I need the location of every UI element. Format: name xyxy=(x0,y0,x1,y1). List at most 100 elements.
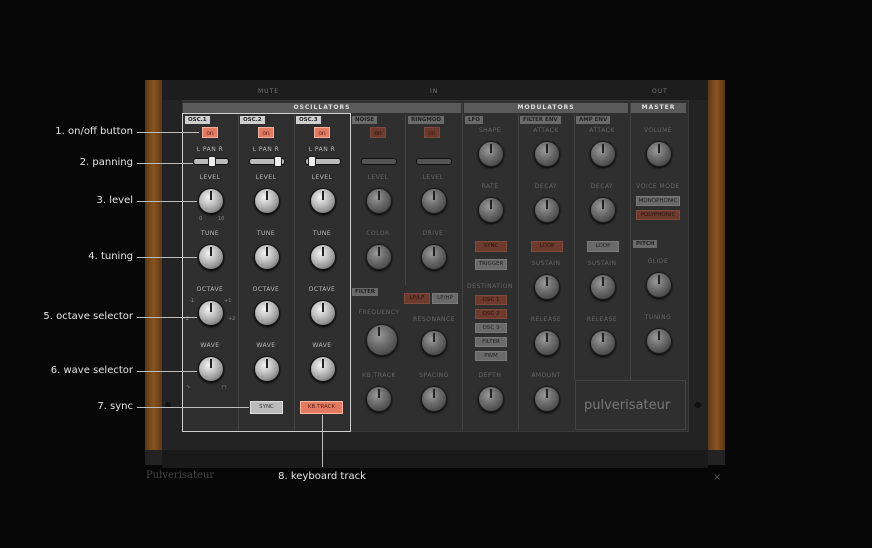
filter-resonance-knob[interactable] xyxy=(421,330,447,356)
filter-mode-lplp[interactable]: LP/LP xyxy=(404,293,430,304)
column-separator xyxy=(405,115,406,285)
lfo-destination-label: DESTINATION xyxy=(467,283,513,290)
noise-pan-slider[interactable] xyxy=(361,158,397,165)
noise-on-button[interactable]: on xyxy=(370,127,386,138)
lfo-dest-osc1[interactable]: OSC 1 xyxy=(475,295,507,305)
aenv-attack-label: ATTACK xyxy=(589,127,615,134)
lfo-dest-osc3[interactable]: OSC 3 xyxy=(475,323,507,333)
callout-line xyxy=(137,407,249,408)
ringmod-pan-slider[interactable] xyxy=(416,158,452,165)
callout-kb-track: 8. keyboard track xyxy=(278,471,366,482)
in-label: IN xyxy=(430,88,439,95)
aenv-release-knob[interactable] xyxy=(590,330,616,356)
lfo-depth-knob[interactable] xyxy=(478,386,504,412)
filter-spacing-knob[interactable] xyxy=(421,386,447,412)
lfo-shape-label: SHAPE xyxy=(478,127,502,134)
filter-tag: FILTER xyxy=(352,288,379,296)
filter-mode-lphp[interactable]: LP/HP xyxy=(432,293,458,304)
callout-on-off: 1. on/off button xyxy=(55,126,133,137)
lfo-rate-knob[interactable] xyxy=(478,197,504,223)
aenv-sustain-label: SUSTAIN xyxy=(587,260,617,267)
pulverisateur-logo: pulverisateur xyxy=(584,398,671,413)
ringmod-drive-knob[interactable] xyxy=(421,244,447,270)
aenv-attack-knob[interactable] xyxy=(590,141,616,167)
callout-octave: 5. octave selector xyxy=(43,311,133,322)
noise-level-knob[interactable] xyxy=(366,188,392,214)
lfo-dest-osc2[interactable]: OSC 2 xyxy=(475,309,507,319)
filter-kbtrack-label: KB.TRACK xyxy=(362,372,396,379)
fenv-amount-knob[interactable] xyxy=(534,386,560,412)
aenv-release-label: RELEASE xyxy=(586,316,618,323)
aenv-decay-label: DECAY xyxy=(590,183,614,190)
voice-mode-label: VOICE MODE xyxy=(636,183,680,190)
mute-label: MUTE xyxy=(258,88,280,95)
fenv-release-knob[interactable] xyxy=(534,330,560,356)
ringmod-drive-label: DRIVE xyxy=(422,230,444,237)
callout-wave: 6. wave selector xyxy=(50,365,133,376)
callout-line xyxy=(137,257,197,258)
callout-line-vertical xyxy=(322,415,323,467)
noise-level-label: LEVEL xyxy=(367,174,389,181)
glide-knob[interactable] xyxy=(646,272,672,298)
lfo-trigger-button[interactable]: TRIGGER xyxy=(475,259,507,270)
fenv-decay-knob[interactable] xyxy=(534,197,560,223)
amp-env-tag: AMP ENV xyxy=(576,116,611,124)
callout-sync: 7. sync xyxy=(97,401,133,412)
noise-tag: NOISE xyxy=(352,116,378,124)
lfo-sync-button[interactable]: SYNC xyxy=(475,241,507,252)
fenv-loop-button[interactable]: LOOP xyxy=(531,241,563,252)
tuning-label: TUNING xyxy=(644,314,672,321)
aenv-sustain-knob[interactable] xyxy=(590,274,616,300)
fenv-decay-label: DECAY xyxy=(534,183,558,190)
bottom-bar xyxy=(162,450,708,468)
out-label: OUT xyxy=(652,88,668,95)
ringmod-tag: RINGMOD xyxy=(408,116,445,124)
filter-env-tag: FILTER ENV xyxy=(520,116,561,124)
master-header: MASTER xyxy=(631,103,686,113)
polyphonic-button[interactable]: POLYPHONIC xyxy=(636,210,680,220)
glide-label: GLIDE xyxy=(647,258,669,265)
screw xyxy=(695,402,701,408)
master-volume-knob[interactable] xyxy=(646,141,672,167)
fenv-amount-label: AMOUNT xyxy=(531,372,561,379)
tuning-knob[interactable] xyxy=(646,328,672,354)
filter-frequency-knob[interactable] xyxy=(366,324,398,356)
filter-spacing-label: SPACING xyxy=(419,372,449,379)
fenv-release-label: RELEASE xyxy=(530,316,562,323)
ringmod-level-label: LEVEL xyxy=(422,174,444,181)
master-volume-label: VOLUME xyxy=(643,127,673,134)
lfo-depth-label: DEPTH xyxy=(478,372,502,379)
filter-resonance-label: RESONANCE xyxy=(412,316,456,323)
monophonic-button[interactable]: MONOPHONIC xyxy=(636,196,680,206)
column-separator xyxy=(630,103,631,380)
callout-line xyxy=(137,371,197,372)
column-separator xyxy=(574,115,575,380)
fenv-sustain-knob[interactable] xyxy=(534,274,560,300)
callout-line xyxy=(137,317,197,318)
close-icon[interactable]: × xyxy=(713,472,721,483)
filter-frequency-label: FREQUENCY xyxy=(358,309,400,316)
lfo-tag: LFO xyxy=(465,116,483,124)
pitch-tag: PITCH xyxy=(633,240,658,248)
callout-line xyxy=(137,132,199,133)
wood-side-right xyxy=(708,80,725,450)
modulators-header: MODULATORS xyxy=(464,103,628,113)
filter-kbtrack-knob[interactable] xyxy=(366,386,392,412)
lfo-shape-knob[interactable] xyxy=(478,141,504,167)
aenv-decay-knob[interactable] xyxy=(590,197,616,223)
column-separator xyxy=(518,115,519,430)
callout-level: 3. level xyxy=(96,195,134,206)
brand-footer: Pulverisateur xyxy=(146,470,215,481)
noise-color-knob[interactable] xyxy=(366,244,392,270)
oscillators-highlight xyxy=(182,113,351,432)
aenv-loop-button[interactable]: LOOP xyxy=(587,241,619,252)
column-separator xyxy=(462,103,463,430)
lfo-dest-pwm[interactable]: PWM xyxy=(475,351,507,361)
callout-panning: 2. panning xyxy=(79,157,133,168)
fenv-attack-knob[interactable] xyxy=(534,141,560,167)
lfo-dest-filter[interactable]: FILTER xyxy=(475,337,507,347)
ringmod-level-knob[interactable] xyxy=(421,188,447,214)
ringmod-on-button[interactable]: on xyxy=(424,127,440,138)
fenv-attack-label: ATTACK xyxy=(533,127,559,134)
lfo-rate-label: RATE xyxy=(481,183,499,190)
